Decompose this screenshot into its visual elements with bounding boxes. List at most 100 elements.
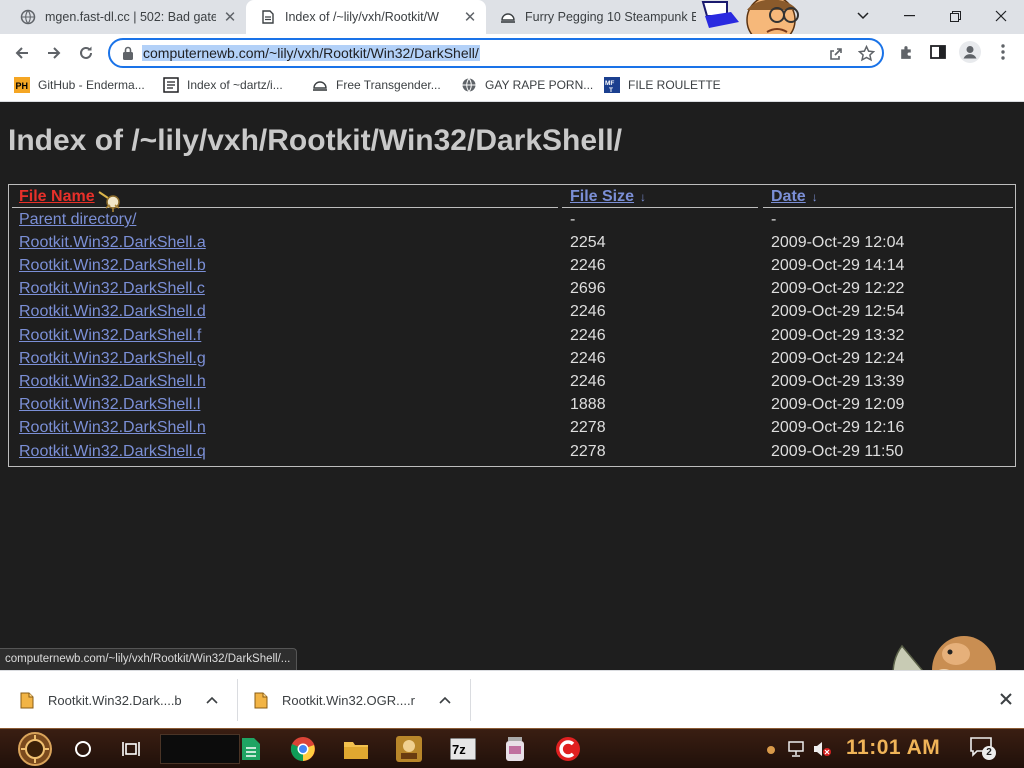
taskbar-app-7zip[interactable]: 7z [447, 733, 479, 765]
dome-favicon-icon [313, 81, 327, 91]
bookmark-label: Index of ~dartz/i... [187, 78, 283, 92]
file-link[interactable]: Rootkit.Win32.DarkShell.a [19, 234, 206, 252]
menu-button[interactable] [990, 39, 1016, 65]
file-size: 2246 [570, 257, 606, 274]
file-explorer-icon [344, 742, 368, 759]
file-link[interactable]: Rootkit.Win32.DarkShell.b [19, 257, 206, 275]
start-orb-icon [18, 732, 52, 766]
svg-text:T: T [609, 87, 613, 93]
file-link[interactable]: Rootkit.Win32.DarkShell.g [19, 350, 206, 368]
tab-title: mgen.fast-dl.cc | 502: Bad gate [45, 10, 216, 24]
speaker-muted-icon[interactable] [812, 741, 832, 757]
task-view-button[interactable] [115, 733, 147, 765]
download-item[interactable]: Rootkit.Win32.Dark....b [20, 671, 218, 729]
share-icon[interactable] [828, 46, 844, 62]
taskbar-app-explorer[interactable] [340, 733, 372, 765]
reload-button[interactable] [72, 39, 100, 67]
file-link[interactable]: Rootkit.Win32.DarkShell.l [19, 396, 200, 414]
bookmark-gay-rape-porn[interactable]: GAY RAPE PORN... [461, 77, 593, 93]
bookmark-github-enderman[interactable]: PH GitHub - Enderma... [14, 77, 145, 93]
bookmark-label: Free Transgender... [336, 78, 441, 92]
file-link[interactable]: Rootkit.Win32.DarkShell.q [19, 443, 206, 461]
show-hidden-icons-icon[interactable] [766, 745, 776, 755]
close-icon[interactable] [1000, 693, 1012, 705]
column-header-date[interactable]: Date ↓ [771, 188, 818, 206]
table-row: Rootkit.Win32.DarkShell.d 2246 2009-Oct-29… [9, 303, 1015, 325]
lock-icon[interactable] [122, 46, 134, 61]
bookmark-star-icon[interactable] [858, 45, 875, 62]
network-icon[interactable] [788, 741, 806, 757]
column-header-label: Date [771, 188, 806, 205]
back-button[interactable] [8, 39, 36, 67]
restore-button[interactable] [932, 0, 978, 32]
header-divider [12, 207, 558, 208]
start-button[interactable] [16, 731, 54, 767]
bookmarks-bar: PH GitHub - Enderma... Index of ~dartz/i… [0, 71, 1024, 102]
bookmark-index-dartz[interactable]: Index of ~dartz/i... [163, 77, 283, 93]
tab-index-darkshell[interactable]: Index of /~lily/vxh/Rootkit/W ✕ [246, 0, 486, 34]
taskbar-search-box[interactable] [160, 734, 240, 764]
file-listing-table: File Name File Size ↓ Date ↓ Parent direct… [8, 184, 1016, 467]
file-date: 2009-Oct-29 12:16 [771, 419, 905, 436]
file-date: - [771, 211, 777, 228]
profile-button[interactable] [957, 39, 983, 65]
file-size: 2246 [570, 327, 606, 344]
close-tab-icon[interactable]: ✕ [222, 8, 238, 26]
link-status-bubble: computernewb.com/~lily/vxh/Rootkit/Win32… [0, 648, 298, 670]
chevron-up-icon[interactable] [439, 696, 451, 704]
parent-directory-link[interactable]: Parent directory/ [19, 211, 136, 229]
column-header-file-size[interactable]: File Size ↓ [570, 188, 646, 206]
download-item[interactable]: Rootkit.Win32.OGR....r [254, 671, 451, 729]
forward-button[interactable] [40, 39, 68, 67]
taskbar-app-chrome[interactable] [287, 733, 319, 765]
address-bar[interactable]: computernewb.com/~lily/vxh/Rootkit/Win32… [108, 38, 884, 68]
side-panel-button[interactable] [925, 39, 951, 65]
table-row: Rootkit.Win32.DarkShell.b 2246 2009-Oct-29… [9, 257, 1015, 279]
taskbar-app-jar[interactable] [499, 733, 531, 765]
extensions-button[interactable] [893, 39, 919, 65]
file-link[interactable]: Rootkit.Win32.DarkShell.c [19, 280, 205, 298]
notification-center-button[interactable]: 2 [970, 737, 996, 761]
file-date: 2009-Oct-29 12:04 [771, 234, 905, 251]
taskbar-app-game[interactable] [393, 733, 425, 765]
address-text[interactable]: computernewb.com/~lily/vxh/Rootkit/Win32… [142, 45, 480, 61]
taskbar-app-ccleaner[interactable] [552, 733, 584, 765]
bookmark-file-roulette[interactable]: MF T FILE ROULETTE [604, 77, 721, 93]
cortana-button[interactable] [67, 733, 99, 765]
jar-icon [506, 737, 524, 761]
file-link[interactable]: Rootkit.Win32.DarkShell.f [19, 327, 201, 345]
tab-furry-steampunk[interactable]: Furry Pegging 10 Steampunk Ec [486, 0, 696, 34]
file-link[interactable]: Rootkit.Win32.DarkShell.d [19, 303, 206, 321]
chevron-up-icon[interactable] [206, 696, 218, 704]
download-separator [237, 679, 238, 721]
file-size: 1888 [570, 396, 606, 413]
restore-icon [949, 10, 961, 22]
cortana-circle-icon [75, 741, 91, 757]
minimize-icon [903, 15, 915, 17]
table-row: Rootkit.Win32.DarkShell.f 2246 2009-Oct-29… [9, 327, 1015, 349]
close-window-button[interactable] [978, 0, 1024, 32]
file-link[interactable]: Rootkit.Win32.DarkShell.n [19, 419, 206, 437]
tab-bad-gateway[interactable]: mgen.fast-dl.cc | 502: Bad gate ✕ [6, 0, 246, 34]
bookmark-free-transgender[interactable]: Free Transgender... [312, 77, 441, 93]
task-view-icon [122, 742, 140, 756]
file-size: 2246 [570, 350, 606, 367]
reload-icon [80, 46, 92, 59]
file-size: 2278 [570, 443, 606, 460]
file-date: 2009-Oct-29 13:32 [771, 327, 905, 344]
file-date: 2009-Oct-29 12:22 [771, 280, 905, 297]
header-divider [562, 207, 758, 208]
file-size: 2246 [570, 303, 606, 320]
page-favicon-icon [262, 10, 274, 24]
close-tab-icon[interactable]: ✕ [462, 8, 478, 26]
column-header-file-name[interactable]: File Name [19, 188, 95, 206]
file-date: 2009-Oct-29 12:24 [771, 350, 905, 367]
download-bar: Rootkit.Win32.Dark....b Rootkit.Win32.OG… [0, 670, 1024, 728]
file-icon [254, 692, 268, 708]
taskbar-clock[interactable]: 11:01 AM [846, 736, 940, 760]
taskbar-app-sheets[interactable] [235, 733, 267, 765]
header-divider [763, 207, 1013, 208]
file-link[interactable]: Rootkit.Win32.DarkShell.h [19, 373, 206, 391]
minimize-button[interactable] [886, 0, 932, 32]
tab-search-button[interactable] [840, 0, 886, 32]
